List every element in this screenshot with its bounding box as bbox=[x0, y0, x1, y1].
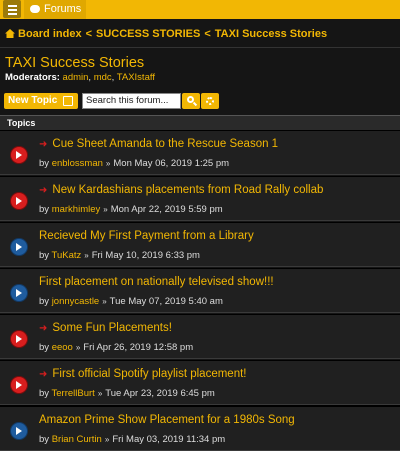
topic-row[interactable]: ➜ Cue Sheet Amanda to the Rescue Season 1… bbox=[0, 130, 400, 175]
topic-date: Fri May 03, 2019 11:34 pm bbox=[112, 434, 226, 445]
breadcrumb-separator: < bbox=[85, 28, 93, 40]
breadcrumb-board-index[interactable]: Board index bbox=[18, 28, 82, 40]
hot-topic-icon bbox=[11, 147, 27, 163]
topic-date: Fri Apr 26, 2019 12:58 pm bbox=[83, 342, 194, 353]
menu-line bbox=[8, 9, 17, 11]
chevron: » bbox=[84, 251, 89, 260]
topic-row[interactable]: First placement on nationally televised … bbox=[0, 268, 400, 313]
new-post-arrow-icon: ➜ bbox=[39, 185, 48, 196]
home-icon bbox=[5, 29, 15, 38]
forum-page: Board index < SUCCESS STORIES < TAXI Success… bbox=[0, 19, 400, 451]
chevron: » bbox=[103, 205, 108, 214]
breadcrumb-taxi-success-stories[interactable]: TAXI Success Stories bbox=[215, 28, 327, 40]
by-label: by bbox=[39, 204, 50, 215]
by-label: by bbox=[39, 342, 50, 353]
moderator-link[interactable]: mdc bbox=[94, 72, 112, 83]
topic-title-text: New Kardashians placements from Road Ral… bbox=[52, 184, 324, 196]
topic-title[interactable]: ➜ Cue Sheet Amanda to the Rescue Season 1 bbox=[39, 138, 278, 150]
search-icon-handle bbox=[192, 101, 198, 107]
topic-title[interactable]: ➜ New Kardashians placements from Road Ra… bbox=[39, 184, 323, 196]
topic-author[interactable]: eeoo bbox=[52, 342, 73, 353]
topic-title-text: Cue Sheet Amanda to the Rescue Season 1 bbox=[52, 138, 279, 150]
topic-meta: by enblossman» Mon May 06, 2019 1:25 pm bbox=[39, 158, 229, 169]
by-label: by bbox=[39, 388, 50, 399]
topic-author[interactable]: TerrellBurt bbox=[52, 388, 95, 399]
topic-date: Fri May 10, 2019 6:33 pm bbox=[91, 250, 200, 261]
topic-meta: by Brian Curtin» Fri May 03, 2019 11:34 p… bbox=[39, 434, 225, 445]
breadcrumb-success-stories[interactable]: SUCCESS STORIES bbox=[96, 28, 200, 40]
new-post-arrow-icon: ➜ bbox=[39, 369, 48, 380]
topic-date: Tue May 07, 2019 5:40 am bbox=[109, 296, 223, 307]
topic-meta: by TerrellBurt» Tue Apr 23, 2019 6:45 pm bbox=[39, 388, 215, 399]
chevron: » bbox=[102, 297, 107, 306]
topic-title-text: Some Fun Placements! bbox=[52, 322, 172, 334]
hot-topic-icon bbox=[11, 377, 27, 393]
hamburger-menu-button[interactable] bbox=[3, 0, 21, 18]
chat-bubble-icon bbox=[30, 5, 40, 13]
forums-tab[interactable]: Forums bbox=[24, 0, 86, 19]
breadcrumb: Board index < SUCCESS STORIES < TAXI Success… bbox=[5, 28, 327, 40]
topic-author[interactable]: Brian Curtin bbox=[52, 434, 102, 445]
by-label: by bbox=[39, 296, 50, 307]
menu-line bbox=[8, 13, 17, 15]
topic-title[interactable]: Amazon Prime Show Placement for a 1980s … bbox=[39, 414, 295, 426]
topic-meta: by markhimley» Mon Apr 22, 2019 5:59 pm bbox=[39, 204, 223, 215]
chevron: » bbox=[104, 435, 110, 444]
topic-author[interactable]: enblossman bbox=[52, 158, 103, 169]
new-topic-button[interactable]: New Topic bbox=[4, 93, 78, 109]
chevron: » bbox=[97, 389, 103, 398]
page-title[interactable]: TAXI Success Stories bbox=[5, 55, 144, 71]
topics-header: Topics bbox=[0, 115, 400, 130]
forums-tab-label: Forums bbox=[44, 3, 82, 15]
topic-date: Mon Apr 22, 2019 5:59 pm bbox=[110, 204, 223, 215]
topic-title-text: First official Spotify playlist placemen… bbox=[52, 368, 247, 380]
moderator-link[interactable]: admin bbox=[63, 72, 89, 83]
topic-author[interactable]: jonnycastle bbox=[52, 296, 100, 307]
topic-row[interactable]: ➜ First official Spotify playlist placeme… bbox=[0, 360, 400, 405]
top-navbar: Forums bbox=[0, 0, 400, 19]
chevron: » bbox=[105, 159, 111, 168]
topic-title[interactable]: First placement on nationally televised … bbox=[39, 276, 274, 288]
hot-topic-icon bbox=[11, 331, 27, 347]
by-label: by bbox=[39, 158, 50, 169]
new-topic-label: New Topic bbox=[8, 95, 58, 106]
moderators-label: Moderators: bbox=[5, 72, 60, 83]
topic-title[interactable]: ➜ Some Fun Placements! bbox=[39, 322, 172, 334]
moderator-link[interactable]: TAXIstaff bbox=[117, 72, 155, 83]
gear-icon bbox=[206, 97, 214, 105]
by-label: by bbox=[39, 434, 50, 445]
new-post-arrow-icon: ➜ bbox=[39, 323, 48, 334]
topic-date: Tue Apr 23, 2019 6:45 pm bbox=[105, 388, 215, 399]
advanced-search-button[interactable] bbox=[201, 93, 219, 109]
topic-row[interactable]: ➜ New Kardashians placements from Road Ra… bbox=[0, 176, 400, 221]
search-button[interactable] bbox=[182, 93, 200, 109]
topic-row[interactable]: Recieved My First Payment from a Library… bbox=[0, 222, 400, 267]
new-post-arrow-icon: ➜ bbox=[39, 139, 48, 150]
topic-title-text: First placement on nationally televised … bbox=[39, 276, 274, 288]
topic-meta: by TuKatz» Fri May 10, 2019 6:33 pm bbox=[39, 250, 200, 261]
breadcrumb-separator: < bbox=[204, 28, 211, 40]
topic-title-text: Recieved My First Payment from a Library bbox=[39, 230, 254, 242]
topic-row[interactable]: ➜ Some Fun Placements! by eeoo» Fri Apr 26,… bbox=[0, 314, 400, 359]
topic-author[interactable]: markhimley bbox=[52, 204, 101, 215]
topic-meta: by eeoo» Fri Apr 26, 2019 12:58 pm bbox=[39, 342, 193, 353]
topic-meta: by jonnycastle» Tue May 07, 2019 5:40 am bbox=[39, 296, 223, 307]
search-input[interactable]: Search this forum... bbox=[82, 93, 181, 109]
hot-topic-icon bbox=[11, 193, 27, 209]
pencil-icon bbox=[63, 96, 73, 106]
menu-line bbox=[8, 5, 17, 7]
topic-title[interactable]: ➜ First official Spotify playlist placeme… bbox=[39, 368, 246, 380]
by-label: by bbox=[39, 250, 50, 261]
divider bbox=[0, 47, 400, 48]
topic-icon bbox=[11, 423, 27, 439]
topic-author[interactable]: TuKatz bbox=[52, 250, 82, 261]
topic-title[interactable]: Recieved My First Payment from a Library bbox=[39, 230, 254, 242]
moderators-line: Moderators: admin, mdc, TAXIstaff bbox=[5, 72, 155, 83]
topic-icon bbox=[11, 239, 27, 255]
topic-title-text: Amazon Prime Show Placement for a 1980s … bbox=[39, 414, 295, 426]
chevron: » bbox=[75, 343, 81, 352]
topic-icon bbox=[11, 285, 27, 301]
topic-row[interactable]: Amazon Prime Show Placement for a 1980s … bbox=[0, 406, 400, 451]
topic-date: Mon May 06, 2019 1:25 pm bbox=[113, 158, 230, 169]
